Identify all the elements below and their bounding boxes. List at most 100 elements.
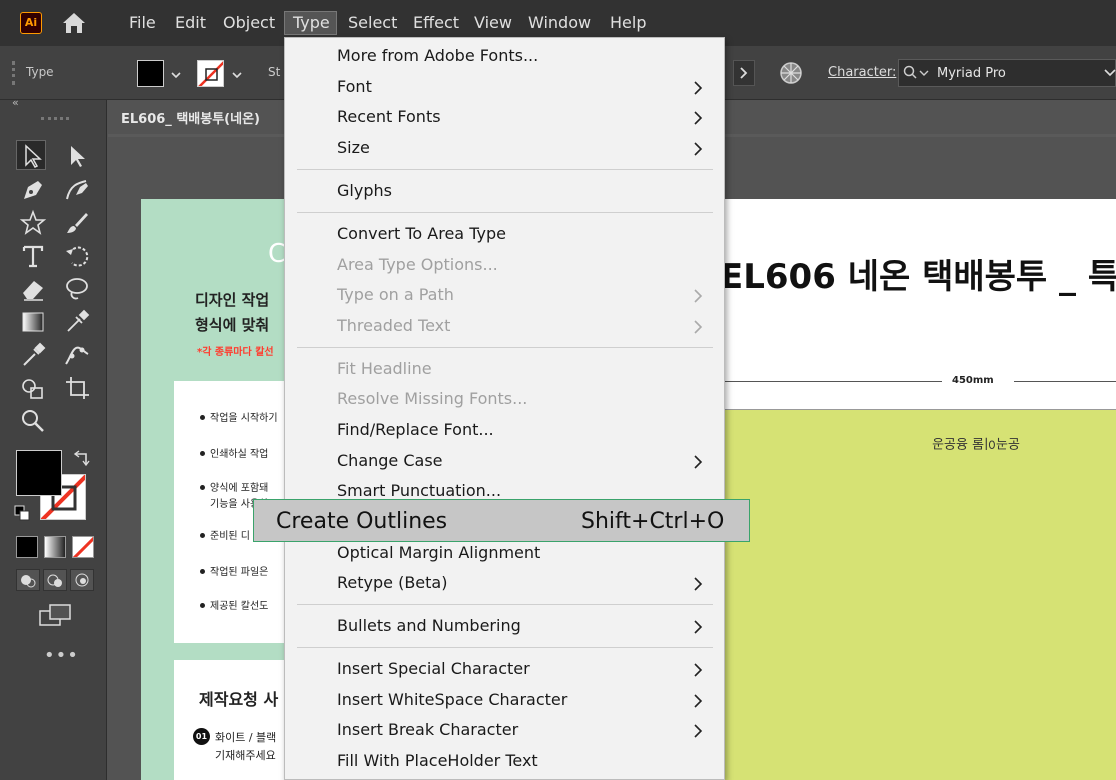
artboard-warning: *각 종류마다 칼선 xyxy=(197,347,274,358)
fill-dropdown-icon[interactable] xyxy=(171,70,181,80)
star-tool-icon[interactable] xyxy=(18,208,48,238)
zoom-tool-icon[interactable] xyxy=(18,406,48,436)
chevron-right-icon xyxy=(694,724,703,738)
default-fill-stroke-icon[interactable] xyxy=(14,505,30,521)
chevron-right-icon xyxy=(694,455,703,469)
menu-separator xyxy=(297,212,713,213)
menu-effect[interactable]: Effect xyxy=(413,13,459,33)
screen-mode-icon[interactable] xyxy=(38,603,72,627)
menu-item-font[interactable]: Font xyxy=(337,77,372,96)
bullet-text: 양식에 포함돼 xyxy=(210,483,269,494)
swap-fill-stroke-icon[interactable] xyxy=(72,448,92,468)
menu-item-insert-break-character[interactable]: Insert Break Character xyxy=(337,720,518,739)
menu-item-more-from-adobe-fonts[interactable]: More from Adobe Fonts... xyxy=(337,46,538,65)
curvature-tool-icon[interactable] xyxy=(62,175,92,205)
shape-builder-tool-icon[interactable] xyxy=(18,373,48,403)
menu-separator xyxy=(297,347,713,348)
mesh-tool-icon[interactable] xyxy=(62,307,92,337)
control-bar-label: Type xyxy=(26,65,54,79)
eyedropper-tool-icon[interactable] xyxy=(18,340,48,370)
menu-item-find-replace-font[interactable]: Find/Replace Font... xyxy=(337,420,494,439)
character-label[interactable]: Character: xyxy=(828,65,896,80)
collapse-panel-icon[interactable]: « xyxy=(12,96,19,109)
selection-tool-icon[interactable] xyxy=(16,140,46,170)
menu-item-threaded-text: Threaded Text xyxy=(337,316,451,335)
font-family-field[interactable]: Myriad Pro xyxy=(898,59,1116,87)
artboard-right[interactable]: EL606 네온 택배봉투 _ 특 450mm 운곡이물 용운공 xyxy=(720,199,1116,780)
document-tab[interactable]: EL606_ 택배봉투(네온) xyxy=(108,100,288,137)
menu-file[interactable]: File xyxy=(129,13,156,33)
step-number-badge: 01 xyxy=(193,728,210,745)
gradient-tool-icon[interactable] xyxy=(18,307,48,337)
chevron-right-icon xyxy=(694,620,703,634)
artboard-title: EL606 네온 택배봉투 _ 특 xyxy=(720,257,1116,297)
menu-item-smart-punctuation[interactable]: Smart Punctuation... xyxy=(337,481,501,500)
menu-item-glyphs[interactable]: Glyphs xyxy=(337,181,392,200)
bullet-dot xyxy=(200,485,205,490)
bullet-text: 준비된 디 xyxy=(210,531,250,542)
puppet-warp-tool-icon[interactable] xyxy=(62,340,92,370)
menu-item-area-type-options: Area Type Options... xyxy=(337,255,498,274)
menu-type[interactable]: Type xyxy=(284,11,337,35)
menu-separator xyxy=(297,604,713,605)
menu-select[interactable]: Select xyxy=(348,13,397,33)
artboard-left[interactable]: C 디자인 작업 형식에 맞춰 *각 종류마다 칼선 작업을 시작하기 인쇄하실… xyxy=(141,199,288,780)
menu-separator xyxy=(297,169,713,170)
menu-item-insert-whitespace-character[interactable]: Insert WhiteSpace Character xyxy=(337,690,567,709)
color-mode-button[interactable] xyxy=(16,536,38,558)
menu-edit[interactable]: Edit xyxy=(175,13,206,33)
stroke-swatch[interactable] xyxy=(197,60,224,87)
chevron-right-icon xyxy=(694,320,703,334)
menu-item-shortcut: Shift+Ctrl+O xyxy=(581,509,725,534)
menu-item-convert-to-area-type[interactable]: Convert To Area Type xyxy=(337,224,506,243)
fill-swatch[interactable] xyxy=(137,60,164,87)
chevron-right-icon xyxy=(694,142,703,156)
type-tool-icon[interactable] xyxy=(18,241,48,271)
next-button[interactable] xyxy=(733,60,755,86)
menu-item-bullets-and-numbering[interactable]: Bullets and Numbering xyxy=(337,616,521,635)
rotate-tool-icon[interactable] xyxy=(62,241,92,271)
artboard-heading-1: 디자인 작업 xyxy=(195,291,270,309)
direct-selection-tool-icon[interactable] xyxy=(62,141,92,171)
toolbar-grip[interactable] xyxy=(41,117,69,120)
fill-color-box[interactable] xyxy=(16,450,62,496)
envelope-flipped-text: 운곡이물 용운공 xyxy=(932,435,1020,450)
lasso-tool-icon[interactable] xyxy=(62,274,92,304)
menu-item-optical-margin-alignment[interactable]: Optical Margin Alignment xyxy=(337,543,540,562)
panel-grip[interactable] xyxy=(12,61,15,85)
menu-item-fill-with-placeholder-text[interactable]: Fill With PlaceHolder Text xyxy=(337,751,538,770)
gradient-mode-button[interactable] xyxy=(44,536,66,558)
chevron-right-icon xyxy=(694,81,703,95)
draw-behind-icon[interactable] xyxy=(43,569,67,591)
envelope-shape[interactable]: 운곡이물 용운공 xyxy=(724,409,1116,780)
edit-toolbar-icon[interactable]: ••• xyxy=(44,645,79,666)
pen-tool-icon[interactable] xyxy=(18,175,48,205)
request-line: 기재해주세요 xyxy=(215,749,276,762)
draw-inside-icon[interactable] xyxy=(70,569,94,591)
menu-window[interactable]: Window xyxy=(528,13,591,33)
type-menu-dropdown: More from Adobe Fonts... Font Recent Fon… xyxy=(284,37,725,780)
stroke-dropdown-icon[interactable] xyxy=(232,70,242,80)
chevron-down-icon[interactable] xyxy=(1104,68,1116,78)
eraser-tool-icon[interactable] xyxy=(18,274,48,304)
menu-item-insert-special-character[interactable]: Insert Special Character xyxy=(337,659,530,678)
menu-separator xyxy=(297,647,713,648)
none-mode-button[interactable] xyxy=(72,536,94,558)
menu-item-change-case[interactable]: Change Case xyxy=(337,451,443,470)
artboard-tool-icon[interactable] xyxy=(62,373,92,403)
menu-item-size[interactable]: Size xyxy=(337,138,370,157)
menu-view[interactable]: View xyxy=(474,13,512,33)
recolor-globe-icon[interactable] xyxy=(778,60,804,86)
draw-normal-icon[interactable] xyxy=(16,569,40,591)
search-icon[interactable] xyxy=(903,65,931,81)
font-name-value: Myriad Pro xyxy=(937,66,1006,81)
bullet-dot xyxy=(200,451,205,456)
menu-item-create-outlines[interactable]: Create Outlines Shift+Ctrl+O xyxy=(253,499,750,542)
bullet-text: 인쇄하실 작업 xyxy=(210,449,269,460)
paintbrush-tool-icon[interactable] xyxy=(62,208,92,238)
menu-item-recent-fonts[interactable]: Recent Fonts xyxy=(337,107,441,126)
menu-help[interactable]: Help xyxy=(610,13,646,33)
home-icon[interactable] xyxy=(60,11,88,35)
menu-item-retype-beta[interactable]: Retype (Beta) xyxy=(337,573,447,592)
menu-object[interactable]: Object xyxy=(223,13,275,33)
